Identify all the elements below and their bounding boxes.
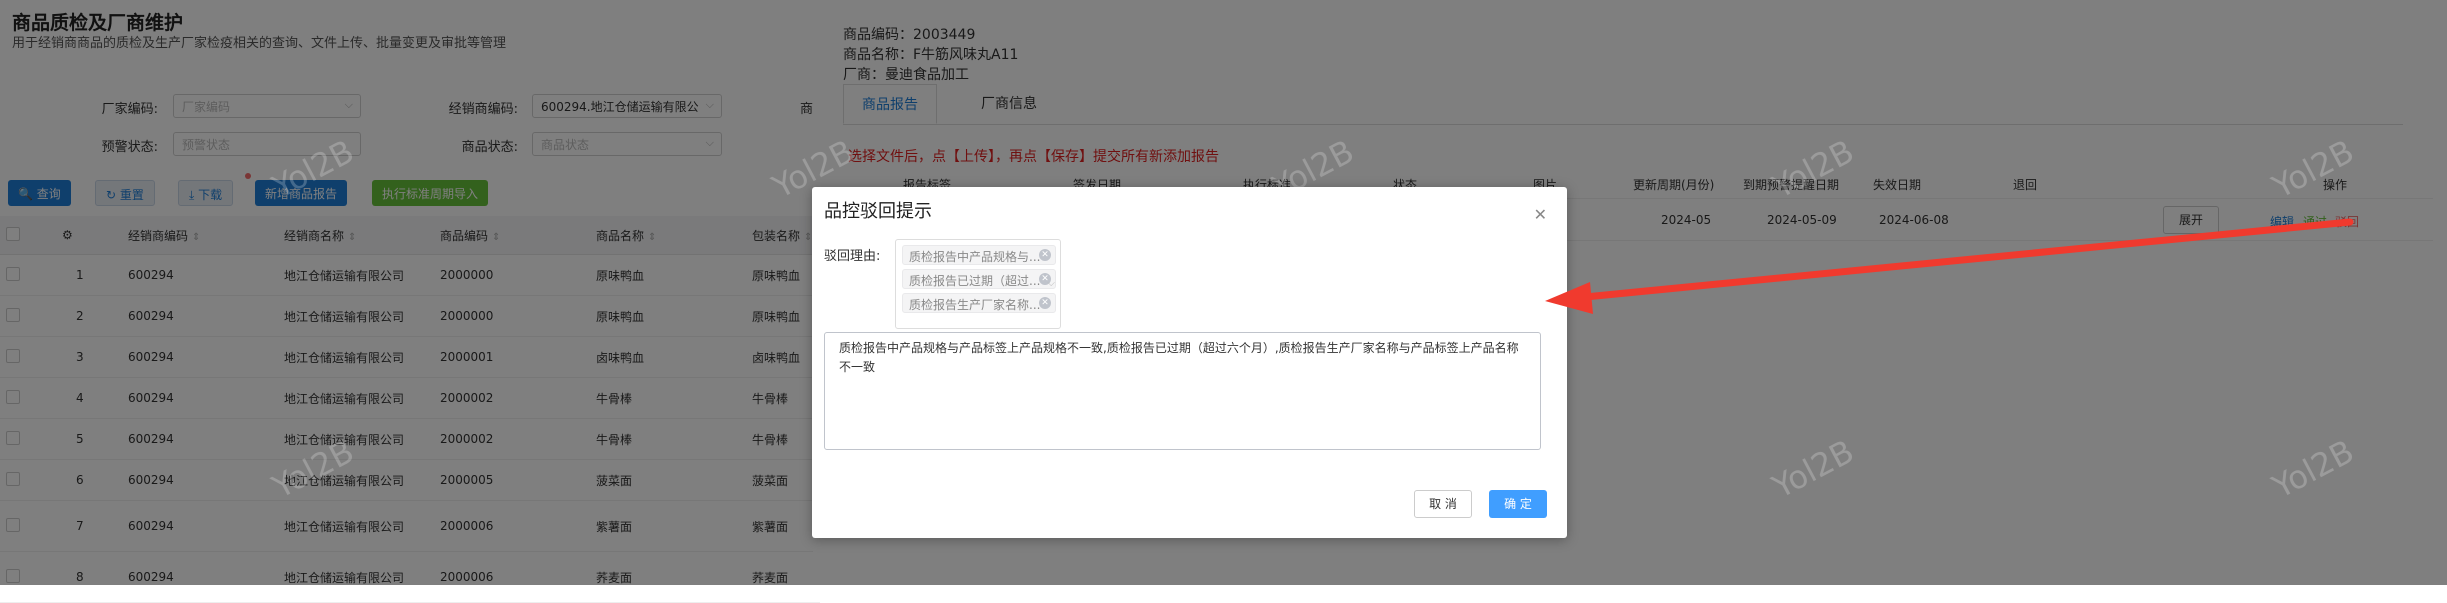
annotation-arrow xyxy=(1545,218,2354,314)
